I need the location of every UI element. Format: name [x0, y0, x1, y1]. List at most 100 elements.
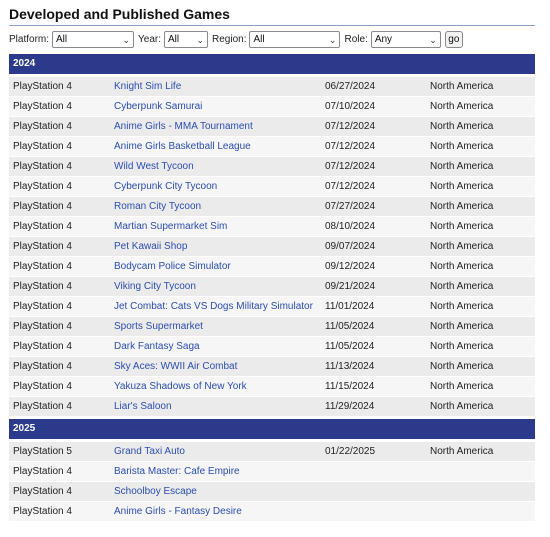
release-date-cell: 11/01/2024: [325, 301, 375, 312]
go-button[interactable]: go: [444, 30, 463, 48]
platform-cell: PlayStation 4: [13, 181, 72, 192]
region-cell: North America: [430, 341, 494, 352]
table-row: PlayStation 4 Martian Supermarket Sim 08/1…: [9, 217, 535, 237]
game-title-link[interactable]: Anime Girls - MMA Tournament: [114, 117, 325, 136]
region-cell: North America: [430, 101, 494, 112]
platform-cell: PlayStation 4: [13, 161, 72, 172]
table-row: PlayStation 4 Sky Aces: WWII Air Combat 11…: [9, 357, 535, 377]
chevron-down-icon: ⌄: [196, 34, 204, 45]
region-cell: North America: [430, 181, 494, 192]
table-row: PlayStation 4 Cyberpunk Samurai 07/10/2024…: [9, 97, 535, 117]
platform-cell: PlayStation 4: [13, 281, 72, 292]
region-cell: North America: [430, 81, 494, 92]
platform-cell: PlayStation 5: [13, 446, 72, 457]
release-date-cell: 09/21/2024: [325, 281, 376, 292]
release-date-cell: 09/07/2024: [325, 241, 376, 252]
region-cell: [430, 482, 535, 501]
platform-cell: PlayStation 4: [13, 241, 72, 252]
role-select-value: Any: [374, 33, 393, 45]
game-title-link[interactable]: Sky Aces: WWII Air Combat: [114, 357, 325, 376]
chevron-down-icon: ⌄: [122, 34, 131, 45]
table-row: PlayStation 4 Pet Kawaii Shop 09/07/2024 No…: [9, 237, 535, 257]
page-title: Developed and Published Games: [9, 6, 230, 22]
region-cell: North America: [430, 141, 494, 152]
release-date-cell: 09/12/2024: [325, 261, 376, 272]
region-cell: North America: [430, 321, 494, 332]
platform-cell: PlayStation 4: [13, 401, 72, 412]
region-cell: North America: [430, 446, 494, 457]
release-date-cell: 11/13/2024: [325, 361, 375, 372]
table-row: PlayStation 4 Yakuza Shadows of New York 1…: [9, 377, 535, 397]
release-date-cell: 08/10/2024: [325, 221, 376, 232]
platform-cell: PlayStation 4: [13, 321, 72, 332]
platform-select[interactable]: All ⌄: [52, 30, 135, 48]
table-row: PlayStation 4 Anime Girls - Fantasy Desir…: [9, 502, 535, 522]
release-date-cell: 11/15/2024: [325, 381, 375, 392]
game-title-link[interactable]: Anime Girls Basketball League: [114, 137, 325, 156]
release-date-cell: 07/10/2024: [325, 101, 376, 112]
game-title-link[interactable]: Anime Girls - Fantasy Desire: [114, 502, 325, 521]
release-date-cell: 01/22/2025: [325, 446, 376, 457]
release-date-cell: [325, 482, 430, 501]
year-label: Year:: [138, 33, 161, 45]
game-title-link[interactable]: Jet Combat: Cats VS Dogs Military Simula…: [114, 297, 325, 316]
table-row: PlayStation 4 Jet Combat: Cats VS Dogs Mi…: [9, 297, 535, 317]
game-title-link[interactable]: Grand Taxi Auto: [114, 442, 325, 461]
platform-label: Platform:: [9, 33, 50, 45]
game-title-link[interactable]: Bodycam Police Simulator: [114, 257, 325, 276]
game-title-link[interactable]: Liar's Saloon: [114, 397, 325, 416]
game-title-link[interactable]: Roman City Tycoon: [114, 197, 325, 216]
game-title-link[interactable]: Wild West Tycoon: [114, 157, 325, 176]
table-row: PlayStation 4 Sports Supermarket 11/05/202…: [9, 317, 535, 337]
table-row: PlayStation 4 Liar's Saloon 11/29/2024 Nort…: [9, 397, 535, 417]
region-cell: North America: [430, 381, 494, 392]
table-row: PlayStation 5 Grand Taxi Auto 01/22/2025 No…: [9, 442, 535, 462]
year-group-header: 2024: [9, 54, 535, 74]
region-cell: North America: [430, 161, 494, 172]
game-title-link[interactable]: Sports Supermarket: [114, 317, 325, 336]
platform-cell: PlayStation 4: [13, 101, 72, 112]
game-title-link[interactable]: Schoolboy Escape: [114, 482, 325, 501]
game-title-link[interactable]: Viking City Tycoon: [114, 277, 325, 296]
region-cell: North America: [430, 361, 494, 372]
platform-cell: PlayStation 4: [13, 466, 72, 477]
game-title-link[interactable]: Yakuza Shadows of New York: [114, 377, 325, 396]
table-row: PlayStation 4 Cyberpunk City Tycoon 07/12/…: [9, 177, 535, 197]
filter-bar: Platform: All ⌄ Year: All ⌄ Region: All …: [9, 30, 463, 48]
table-row: PlayStation 4 Anime Girls - MMA Tournamen…: [9, 117, 535, 137]
table-row: PlayStation 4 Roman City Tycoon 07/27/2024…: [9, 197, 535, 217]
platform-cell: PlayStation 4: [13, 201, 72, 212]
release-date-cell: 07/12/2024: [325, 181, 376, 192]
region-cell: North America: [430, 261, 494, 272]
game-title-link[interactable]: Barista Master: Cafe Empire: [114, 462, 325, 481]
release-date-cell: 07/27/2024: [325, 201, 376, 212]
region-cell: [430, 462, 535, 481]
game-title-link[interactable]: Pet Kawaii Shop: [114, 237, 325, 256]
game-title-link[interactable]: Dark Fantasy Saga: [114, 337, 325, 356]
year-select[interactable]: All ⌄: [164, 30, 208, 48]
platform-cell: PlayStation 4: [13, 81, 72, 92]
release-date-cell: 07/12/2024: [325, 161, 376, 172]
table-row: PlayStation 4 Knight Sim Life 06/27/2024 No…: [9, 77, 535, 97]
platform-cell: PlayStation 4: [13, 141, 72, 152]
platform-cell: PlayStation 4: [13, 381, 72, 392]
game-title-link[interactable]: Cyberpunk City Tycoon: [114, 177, 325, 196]
platform-cell: PlayStation 4: [13, 221, 72, 232]
platform-cell: PlayStation 4: [13, 506, 72, 517]
platform-cell: PlayStation 4: [13, 261, 72, 272]
release-date-cell: 07/12/2024: [325, 121, 376, 132]
title-divider: [9, 25, 535, 26]
game-title-link[interactable]: Knight Sim Life: [114, 77, 325, 96]
region-cell: [430, 502, 535, 521]
role-label: Role:: [344, 33, 368, 45]
region-cell: North America: [430, 221, 494, 232]
chevron-down-icon: ⌄: [328, 34, 337, 45]
game-title-link[interactable]: Martian Supermarket Sim: [114, 217, 325, 236]
region-select[interactable]: All ⌄: [249, 30, 341, 48]
game-title-link[interactable]: Cyberpunk Samurai: [114, 97, 325, 116]
region-cell: North America: [430, 121, 494, 132]
role-select[interactable]: Any ⌄: [370, 30, 441, 48]
region-select-value: All: [253, 33, 265, 45]
table-row: PlayStation 4 Bodycam Police Simulator 09/…: [9, 257, 535, 277]
year-group-header: 2025: [9, 419, 535, 439]
